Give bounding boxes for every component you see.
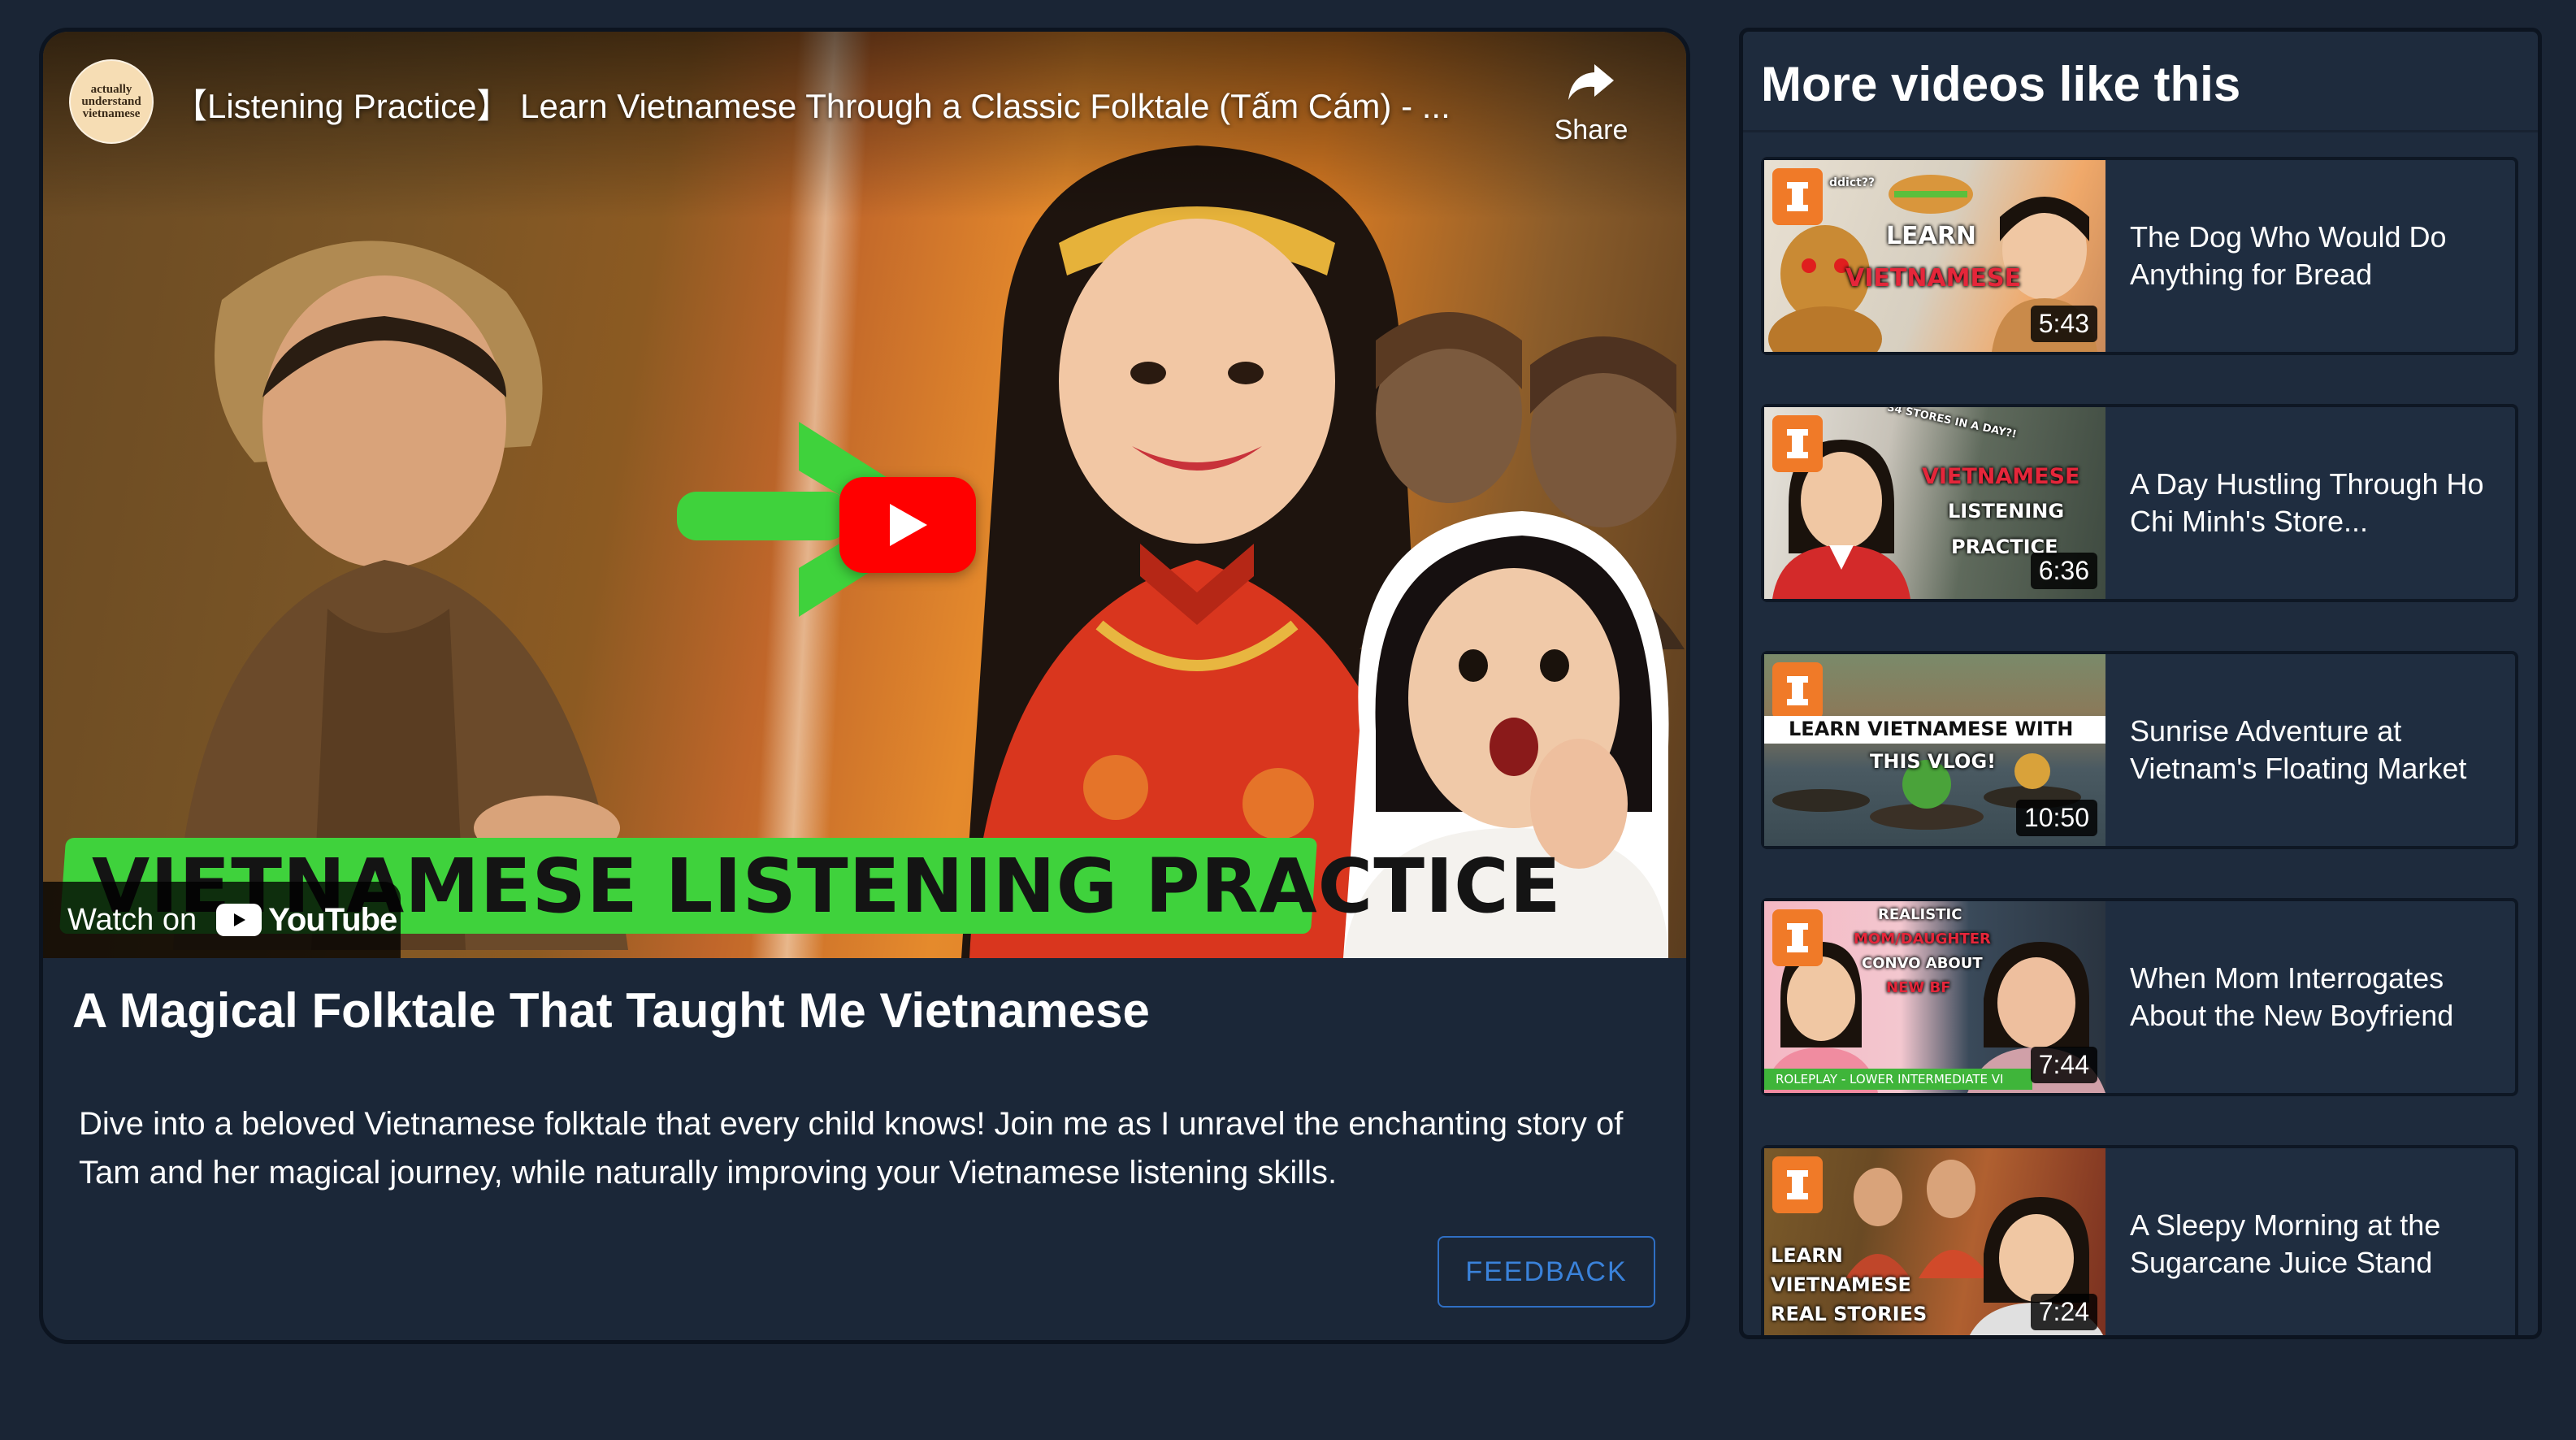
thumb-text-line: VIETNAMESE <box>1771 1273 1911 1296</box>
video-list-item[interactable]: ddict?? LEARN VIETNAMESE 5:43 The Dog Wh… <box>1761 157 2518 355</box>
play-button[interactable] <box>839 477 976 573</box>
sidebar-title: More videos like this <box>1761 57 2241 111</box>
thumb-text-line: NEW BF <box>1886 979 1951 996</box>
page-title: A Magical Folktale That Taught Me Vietna… <box>72 983 1150 1038</box>
thumb-text-line: MOM/DAUGHTER <box>1854 930 1991 948</box>
video-item-title: Sunrise Adventure at Vietnam's Floating … <box>2130 714 2467 785</box>
share-label: Share <box>1554 115 1628 145</box>
share-button[interactable]: Share <box>1538 61 1644 146</box>
video-thumbnail-small: LEARN VIETNAMESE WITH THIS VLOG! 10:50 <box>1764 654 2105 846</box>
video-duration-badge: 6:36 <box>2030 553 2097 589</box>
thumb-text-line: ddict?? <box>1829 176 1876 189</box>
youtube-play-icon <box>216 904 262 936</box>
video-thumbnail-small: REALISTIC MOM/DAUGHTER CONVO ABOUT NEW B… <box>1764 901 2105 1093</box>
channel-badge-icon <box>1772 662 1823 719</box>
page: actually understand vietnamese 【Listenin… <box>0 0 2576 1440</box>
video-list-item[interactable]: LEARN VIETNAMESE WITH THIS VLOG! 10:50 S… <box>1761 651 2518 849</box>
video-item-title: When Mom Interrogates About the New Boyf… <box>2130 961 2454 1032</box>
thumb-text-line: VIETNAMESE <box>1845 264 2022 293</box>
video-item-title: A Sleepy Morning at the Sugarcane Juice … <box>2130 1208 2441 1279</box>
thumb-text-line: LEARN VIETNAMESE WITH <box>1789 718 2074 740</box>
watch-on-label: Watch on <box>67 902 197 937</box>
thumb-text-line: REALISTIC <box>1878 906 1962 923</box>
channel-badge-icon <box>1772 909 1823 966</box>
video-description: Dive into a beloved Vietnamese folktale … <box>79 1106 1624 1191</box>
thumb-text-line: VIETNAMESE <box>1922 464 2080 489</box>
player-card: actually understand vietnamese 【Listenin… <box>39 28 1690 1344</box>
video-list-item[interactable]: 34 STORES IN A DAY?! VIETNAMESE LISTENIN… <box>1761 404 2518 602</box>
youtube-logo: YouTube <box>216 902 397 939</box>
watch-on-youtube-link[interactable]: Watch on YouTube <box>43 882 401 958</box>
play-icon <box>890 504 927 546</box>
share-icon <box>1568 64 1614 100</box>
youtube-wordmark: YouTube <box>268 901 397 938</box>
video-thumbnail-small: ddict?? LEARN VIETNAMESE 5:43 <box>1764 160 2105 352</box>
video-list-item[interactable]: REALISTIC MOM/DAUGHTER CONVO ABOUT NEW B… <box>1761 898 2518 1096</box>
video-list-item[interactable]: LEARN VIETNAMESE REAL STORIES 7:24 A Sle… <box>1761 1145 2518 1335</box>
thumb-text-line: LISTENING <box>1948 500 2065 523</box>
more-videos-sidebar: More videos like this ddict?? LEARN VIET… <box>1739 28 2542 1339</box>
video-duration-badge: 5:43 <box>2030 306 2097 342</box>
video-thumbnail-small: 34 STORES IN A DAY?! VIETNAMESE LISTENIN… <box>1764 407 2105 599</box>
channel-badge-icon <box>1772 1156 1823 1213</box>
thumb-text-line: REAL STORIES <box>1771 1303 1928 1325</box>
thumb-text-line: THIS VLOG! <box>1870 750 1997 773</box>
thumb-text-line: ROLEPLAY - LOWER INTERMEDIATE VI <box>1776 1072 2004 1087</box>
video-item-title: The Dog Who Would Do Anything for Bread <box>2130 220 2447 291</box>
video-duration-badge: 7:24 <box>2030 1294 2097 1330</box>
thumb-text-line: LEARN <box>1886 222 1977 250</box>
video-thumbnail[interactable]: actually understand vietnamese 【Listenin… <box>43 32 1686 958</box>
thumbnail-girl-left-illustration <box>173 241 628 950</box>
channel-avatar-text: actually understand vietnamese <box>81 82 141 120</box>
thumb-text-line: LEARN <box>1771 1244 1843 1267</box>
sidebar-header: More videos like this <box>1743 32 2538 132</box>
feedback-button[interactable]: FEEDBACK <box>1438 1236 1655 1308</box>
sandwich-illustration <box>1889 175 1973 214</box>
video-thumbnail-small: LEARN VIETNAMESE REAL STORIES 7:24 <box>1764 1148 2105 1335</box>
channel-badge-icon <box>1772 415 1823 472</box>
thumb-roleplay-strip: ROLEPLAY - LOWER INTERMEDIATE VI <box>1764 1069 2032 1090</box>
channel-badge-icon <box>1772 168 1823 225</box>
video-list: ddict?? LEARN VIETNAMESE 5:43 The Dog Wh… <box>1761 157 2518 1335</box>
video-duration-badge: 10:50 <box>2015 800 2097 836</box>
video-duration-badge: 7:44 <box>2030 1047 2097 1083</box>
thumb-text-line: CONVO ABOUT <box>1862 955 1983 972</box>
channel-avatar[interactable]: actually understand vietnamese <box>69 59 154 144</box>
video-title-link[interactable]: 【Listening Practice】 Learn Vietnamese Th… <box>173 79 1571 128</box>
video-item-title: A Day Hustling Through Ho Chi Minh's Sto… <box>2130 467 2484 538</box>
